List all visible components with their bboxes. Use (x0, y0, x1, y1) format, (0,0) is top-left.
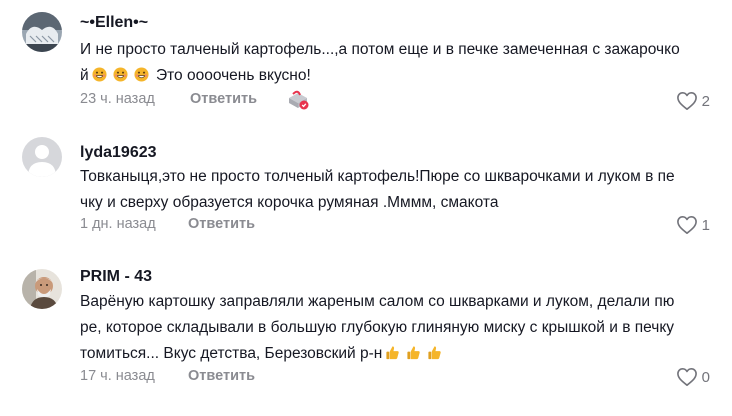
heart-icon (676, 92, 697, 110)
like-button[interactable]: 1 (676, 214, 710, 236)
grinning-face-emoji (134, 67, 149, 82)
comment-timestamp: 23 ч. назад (80, 91, 155, 107)
like-button[interactable]: 0 (676, 366, 710, 388)
like-count: 0 (701, 368, 710, 386)
gift-badge-icon[interactable] (286, 89, 310, 111)
comment-text-line: чку и сверху образуется корочка румяная … (80, 194, 499, 211)
like-count: 2 (701, 92, 710, 110)
comment-timestamp: 17 ч. назад (80, 368, 155, 384)
comment-text-fragment: й (80, 67, 89, 84)
comment-username[interactable]: ~•Ellen•~ (80, 14, 148, 32)
comment-text-line: Товканыця,это не просто толченый картофе… (80, 168, 675, 185)
comment-username[interactable]: lyda19623 (80, 144, 157, 162)
like-count: 1 (701, 216, 710, 234)
reply-button[interactable]: Ответить (190, 91, 257, 107)
comment-text-line: й Это оооочень вкусно! (80, 63, 720, 89)
comment-timestamp: 1 дн. назад (80, 216, 156, 232)
grinning-face-emoji (92, 67, 107, 82)
comment-username[interactable]: PRIM - 43 (80, 268, 152, 286)
comment-text-fragment: Это оооочень вкусно! (151, 67, 311, 84)
comment-text-line: И не просто талченый картофель...,а пото… (80, 41, 680, 58)
thumbs-up-emoji (386, 346, 400, 360)
heart-icon (676, 216, 697, 234)
avatar[interactable] (22, 12, 62, 52)
avatar[interactable] (22, 137, 62, 177)
comment-text: И не просто талченый картофель...,а пото… (80, 37, 720, 89)
comment-text-line: Варёную картошку заправляли жареным сало… (80, 293, 675, 310)
thumbs-up-emoji (407, 346, 421, 360)
thumbs-up-emoji (428, 346, 442, 360)
comment-text: Товканыця,это не просто толченый картофе… (80, 164, 720, 216)
heart-icon (676, 368, 697, 386)
like-button[interactable]: 2 (676, 90, 710, 112)
grinning-face-emoji (113, 67, 128, 82)
comment-text-line: ре, которое складывали в большую глубоку… (80, 319, 675, 336)
comment-text: Варёную картошку заправляли жареным сало… (80, 289, 720, 367)
avatar[interactable] (22, 269, 62, 309)
comment-text-line: томиться... Вкус детства, Березовский р-… (80, 341, 720, 367)
reply-button[interactable]: Ответить (188, 216, 255, 232)
reply-button[interactable]: Ответить (188, 368, 255, 384)
comment-text-fragment: томиться... Вкус детства, Березовский р-… (80, 345, 383, 362)
